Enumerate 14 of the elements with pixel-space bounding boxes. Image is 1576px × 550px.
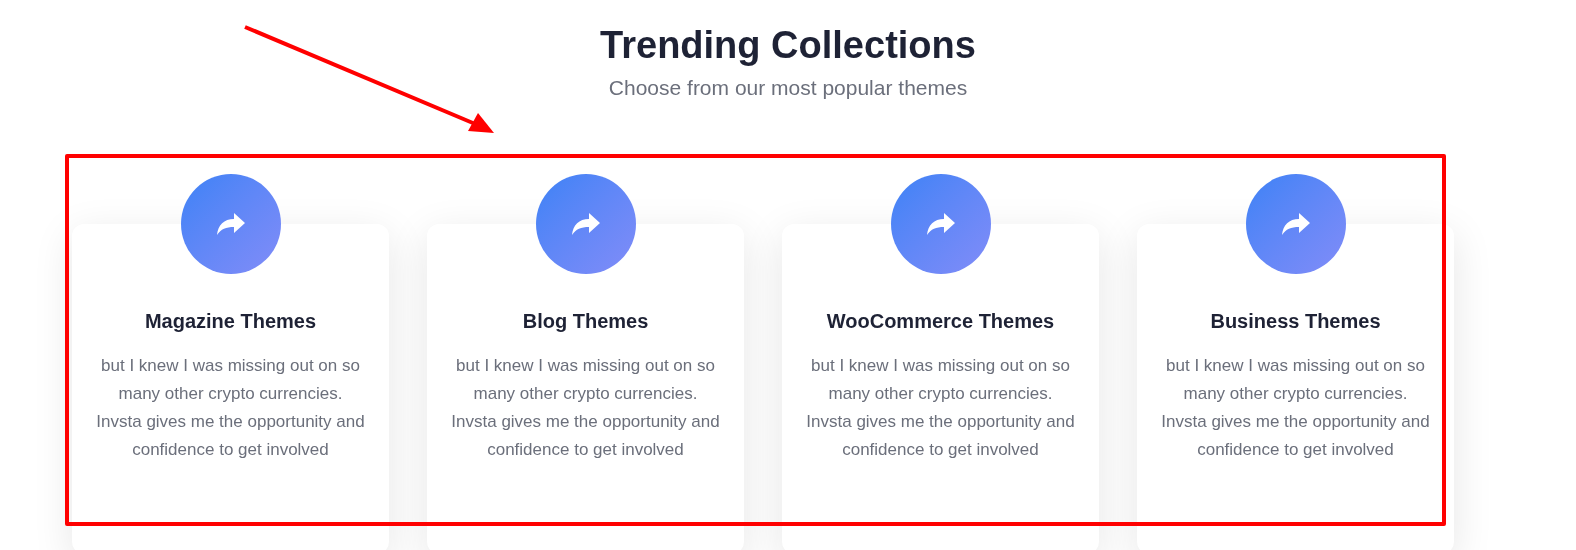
section-title: Trending Collections	[600, 23, 976, 68]
card-description: but I knew I was missing out on so many other crypto currencies. Invsta gives me the opportunity and confidence to get involved	[1160, 355, 1431, 461]
card-description: but I knew I was missing out on so many other crypto currencies. Invsta gives me the opportunity and confidence to get involved	[805, 355, 1076, 461]
card-description: but I knew I was missing out on so many other crypto currencies. Invsta gives me the opportunity and confidence to get involved	[95, 355, 366, 461]
card-title: WooCommerce Themes	[826, 309, 1055, 334]
card-title: Blog Themes	[522, 309, 649, 334]
card-description: but I knew I was missing out on so many other crypto currencies. Invsta gives me the opportunity and confidence to get involved	[450, 355, 721, 461]
card-title: Magazine Themes	[144, 309, 317, 334]
share-icon	[1280, 211, 1311, 237]
card-title: Business Themes	[1210, 309, 1381, 334]
share-icon	[925, 211, 956, 237]
share-icon	[570, 211, 601, 237]
section-subtitle: Choose from our most popular themes	[608, 75, 968, 101]
share-icon	[215, 211, 246, 237]
